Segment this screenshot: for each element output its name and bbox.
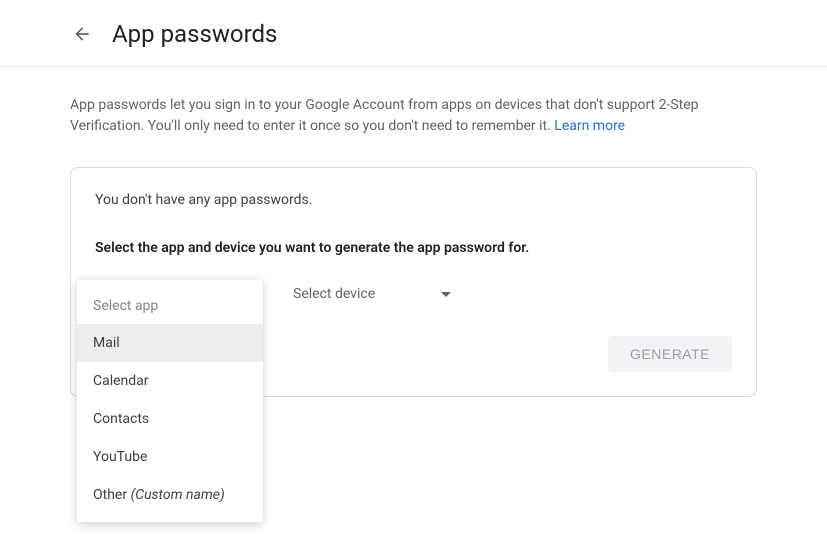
page-title: App passwords: [112, 20, 277, 48]
dropdown-option-mail[interactable]: Mail: [77, 324, 263, 362]
generate-button[interactable]: Generate: [608, 336, 732, 372]
page-header: App passwords: [0, 0, 827, 67]
description-text: App passwords let you sign in to your Go…: [70, 95, 757, 137]
learn-more-link[interactable]: Learn more: [554, 118, 625, 134]
dropdown-option-other[interactable]: Other (Custom name): [77, 476, 263, 514]
empty-state-text: You don't have any app passwords.: [95, 192, 732, 208]
dropdown-header: Select app: [77, 288, 263, 324]
dropdown-option-contacts[interactable]: Contacts: [77, 400, 263, 438]
instruction-text: Select the app and device you want to ge…: [95, 240, 732, 256]
select-device-value: Select device: [293, 286, 375, 302]
select-device-field[interactable]: Select device: [289, 280, 459, 308]
app-passwords-card: You don't have any app passwords. Select…: [70, 167, 757, 397]
selector-row: Select app Select app Mail Calendar Cont…: [95, 280, 732, 308]
select-app-dropdown: Select app Mail Calendar Contacts YouTub…: [77, 280, 263, 522]
chevron-down-icon: [441, 292, 451, 297]
back-arrow-icon[interactable]: [70, 22, 94, 46]
select-app-wrapper: Select app Select app Mail Calendar Cont…: [95, 280, 265, 308]
select-device-wrapper: Select device: [289, 280, 459, 308]
dropdown-option-calendar[interactable]: Calendar: [77, 362, 263, 400]
content-area: App passwords let you sign in to your Go…: [0, 67, 827, 397]
dropdown-option-youtube[interactable]: YouTube: [77, 438, 263, 476]
